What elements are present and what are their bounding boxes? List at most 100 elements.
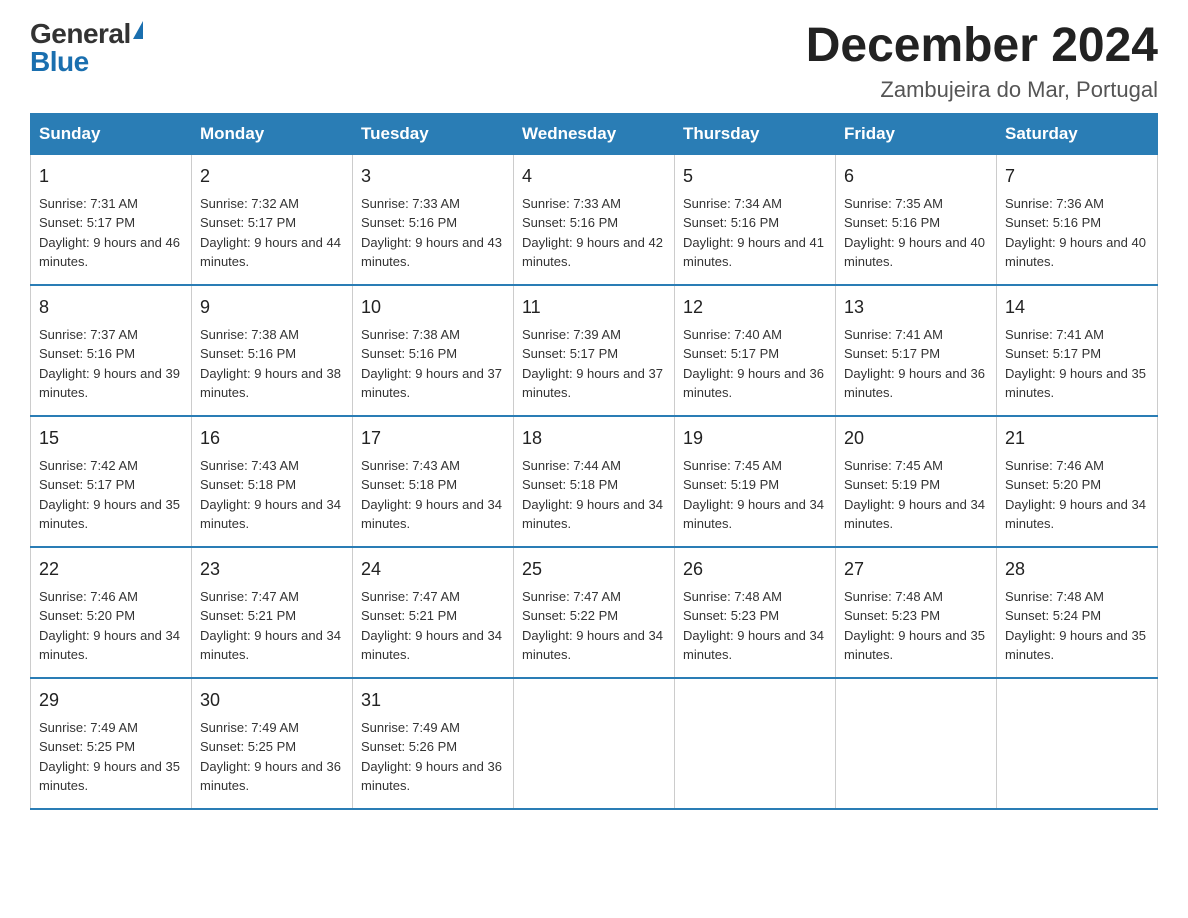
page-header: General Blue December 2024 Zambujeira do… [30, 20, 1158, 103]
day-number: 10 [361, 294, 505, 321]
calendar-cell [997, 678, 1158, 809]
calendar-cell: 6 Sunrise: 7:35 AM Sunset: 5:16 PM Dayli… [836, 154, 997, 285]
day-number: 30 [200, 687, 344, 714]
calendar-cell [675, 678, 836, 809]
calendar-header-row: SundayMondayTuesdayWednesdayThursdayFrid… [31, 113, 1158, 154]
calendar-header-thursday: Thursday [675, 113, 836, 154]
calendar-cell: 25 Sunrise: 7:47 AM Sunset: 5:22 PM Dayl… [514, 547, 675, 678]
calendar-week-row: 8 Sunrise: 7:37 AM Sunset: 5:16 PM Dayli… [31, 285, 1158, 416]
day-number: 3 [361, 163, 505, 190]
calendar-cell: 11 Sunrise: 7:39 AM Sunset: 5:17 PM Dayl… [514, 285, 675, 416]
day-info: Sunrise: 7:45 AM Sunset: 5:19 PM Dayligh… [844, 456, 988, 534]
day-info: Sunrise: 7:41 AM Sunset: 5:17 PM Dayligh… [844, 325, 988, 403]
calendar-cell: 4 Sunrise: 7:33 AM Sunset: 5:16 PM Dayli… [514, 154, 675, 285]
day-number: 23 [200, 556, 344, 583]
calendar-cell: 12 Sunrise: 7:40 AM Sunset: 5:17 PM Dayl… [675, 285, 836, 416]
calendar-week-row: 1 Sunrise: 7:31 AM Sunset: 5:17 PM Dayli… [31, 154, 1158, 285]
day-number: 19 [683, 425, 827, 452]
day-info: Sunrise: 7:33 AM Sunset: 5:16 PM Dayligh… [361, 194, 505, 272]
logo: General Blue [30, 20, 143, 76]
day-number: 31 [361, 687, 505, 714]
calendar-cell: 21 Sunrise: 7:46 AM Sunset: 5:20 PM Dayl… [997, 416, 1158, 547]
calendar-header-friday: Friday [836, 113, 997, 154]
calendar-cell: 8 Sunrise: 7:37 AM Sunset: 5:16 PM Dayli… [31, 285, 192, 416]
calendar-cell: 19 Sunrise: 7:45 AM Sunset: 5:19 PM Dayl… [675, 416, 836, 547]
calendar-cell: 27 Sunrise: 7:48 AM Sunset: 5:23 PM Dayl… [836, 547, 997, 678]
day-number: 8 [39, 294, 183, 321]
day-number: 25 [522, 556, 666, 583]
day-info: Sunrise: 7:47 AM Sunset: 5:21 PM Dayligh… [361, 587, 505, 665]
calendar-cell: 17 Sunrise: 7:43 AM Sunset: 5:18 PM Dayl… [353, 416, 514, 547]
day-number: 24 [361, 556, 505, 583]
day-info: Sunrise: 7:31 AM Sunset: 5:17 PM Dayligh… [39, 194, 183, 272]
page-subtitle: Zambujeira do Mar, Portugal [806, 77, 1158, 103]
day-info: Sunrise: 7:42 AM Sunset: 5:17 PM Dayligh… [39, 456, 183, 534]
day-info: Sunrise: 7:40 AM Sunset: 5:17 PM Dayligh… [683, 325, 827, 403]
day-info: Sunrise: 7:48 AM Sunset: 5:23 PM Dayligh… [844, 587, 988, 665]
calendar-table: SundayMondayTuesdayWednesdayThursdayFrid… [30, 113, 1158, 810]
day-number: 14 [1005, 294, 1149, 321]
day-info: Sunrise: 7:35 AM Sunset: 5:16 PM Dayligh… [844, 194, 988, 272]
day-number: 29 [39, 687, 183, 714]
day-info: Sunrise: 7:36 AM Sunset: 5:16 PM Dayligh… [1005, 194, 1149, 272]
day-info: Sunrise: 7:49 AM Sunset: 5:25 PM Dayligh… [39, 718, 183, 796]
day-number: 20 [844, 425, 988, 452]
calendar-header-sunday: Sunday [31, 113, 192, 154]
day-info: Sunrise: 7:44 AM Sunset: 5:18 PM Dayligh… [522, 456, 666, 534]
day-info: Sunrise: 7:34 AM Sunset: 5:16 PM Dayligh… [683, 194, 827, 272]
day-number: 9 [200, 294, 344, 321]
day-number: 28 [1005, 556, 1149, 583]
day-number: 7 [1005, 163, 1149, 190]
calendar-week-row: 22 Sunrise: 7:46 AM Sunset: 5:20 PM Dayl… [31, 547, 1158, 678]
calendar-cell: 24 Sunrise: 7:47 AM Sunset: 5:21 PM Dayl… [353, 547, 514, 678]
day-number: 15 [39, 425, 183, 452]
calendar-cell: 29 Sunrise: 7:49 AM Sunset: 5:25 PM Dayl… [31, 678, 192, 809]
calendar-cell: 13 Sunrise: 7:41 AM Sunset: 5:17 PM Dayl… [836, 285, 997, 416]
day-number: 26 [683, 556, 827, 583]
calendar-cell: 2 Sunrise: 7:32 AM Sunset: 5:17 PM Dayli… [192, 154, 353, 285]
day-number: 17 [361, 425, 505, 452]
day-number: 18 [522, 425, 666, 452]
calendar-cell: 26 Sunrise: 7:48 AM Sunset: 5:23 PM Dayl… [675, 547, 836, 678]
day-info: Sunrise: 7:46 AM Sunset: 5:20 PM Dayligh… [1005, 456, 1149, 534]
day-info: Sunrise: 7:49 AM Sunset: 5:25 PM Dayligh… [200, 718, 344, 796]
day-number: 21 [1005, 425, 1149, 452]
logo-general-text: General [30, 20, 131, 48]
day-info: Sunrise: 7:38 AM Sunset: 5:16 PM Dayligh… [200, 325, 344, 403]
calendar-cell: 22 Sunrise: 7:46 AM Sunset: 5:20 PM Dayl… [31, 547, 192, 678]
title-block: December 2024 Zambujeira do Mar, Portuga… [806, 20, 1158, 103]
calendar-week-row: 15 Sunrise: 7:42 AM Sunset: 5:17 PM Dayl… [31, 416, 1158, 547]
calendar-cell: 10 Sunrise: 7:38 AM Sunset: 5:16 PM Dayl… [353, 285, 514, 416]
day-info: Sunrise: 7:45 AM Sunset: 5:19 PM Dayligh… [683, 456, 827, 534]
calendar-cell: 15 Sunrise: 7:42 AM Sunset: 5:17 PM Dayl… [31, 416, 192, 547]
day-number: 22 [39, 556, 183, 583]
logo-blue-text: Blue [30, 46, 89, 77]
day-info: Sunrise: 7:39 AM Sunset: 5:17 PM Dayligh… [522, 325, 666, 403]
day-info: Sunrise: 7:43 AM Sunset: 5:18 PM Dayligh… [361, 456, 505, 534]
day-number: 27 [844, 556, 988, 583]
calendar-cell: 9 Sunrise: 7:38 AM Sunset: 5:16 PM Dayli… [192, 285, 353, 416]
logo-triangle-icon [133, 21, 143, 39]
calendar-header-tuesday: Tuesday [353, 113, 514, 154]
day-info: Sunrise: 7:48 AM Sunset: 5:24 PM Dayligh… [1005, 587, 1149, 665]
day-info: Sunrise: 7:33 AM Sunset: 5:16 PM Dayligh… [522, 194, 666, 272]
day-number: 2 [200, 163, 344, 190]
calendar-header-wednesday: Wednesday [514, 113, 675, 154]
calendar-header-monday: Monday [192, 113, 353, 154]
calendar-cell: 31 Sunrise: 7:49 AM Sunset: 5:26 PM Dayl… [353, 678, 514, 809]
day-number: 1 [39, 163, 183, 190]
day-info: Sunrise: 7:49 AM Sunset: 5:26 PM Dayligh… [361, 718, 505, 796]
day-info: Sunrise: 7:43 AM Sunset: 5:18 PM Dayligh… [200, 456, 344, 534]
day-info: Sunrise: 7:48 AM Sunset: 5:23 PM Dayligh… [683, 587, 827, 665]
day-number: 4 [522, 163, 666, 190]
calendar-week-row: 29 Sunrise: 7:49 AM Sunset: 5:25 PM Dayl… [31, 678, 1158, 809]
calendar-cell: 23 Sunrise: 7:47 AM Sunset: 5:21 PM Dayl… [192, 547, 353, 678]
day-number: 6 [844, 163, 988, 190]
day-info: Sunrise: 7:47 AM Sunset: 5:22 PM Dayligh… [522, 587, 666, 665]
calendar-cell: 20 Sunrise: 7:45 AM Sunset: 5:19 PM Dayl… [836, 416, 997, 547]
day-info: Sunrise: 7:46 AM Sunset: 5:20 PM Dayligh… [39, 587, 183, 665]
calendar-cell: 16 Sunrise: 7:43 AM Sunset: 5:18 PM Dayl… [192, 416, 353, 547]
day-info: Sunrise: 7:32 AM Sunset: 5:17 PM Dayligh… [200, 194, 344, 272]
calendar-cell [514, 678, 675, 809]
calendar-cell: 5 Sunrise: 7:34 AM Sunset: 5:16 PM Dayli… [675, 154, 836, 285]
